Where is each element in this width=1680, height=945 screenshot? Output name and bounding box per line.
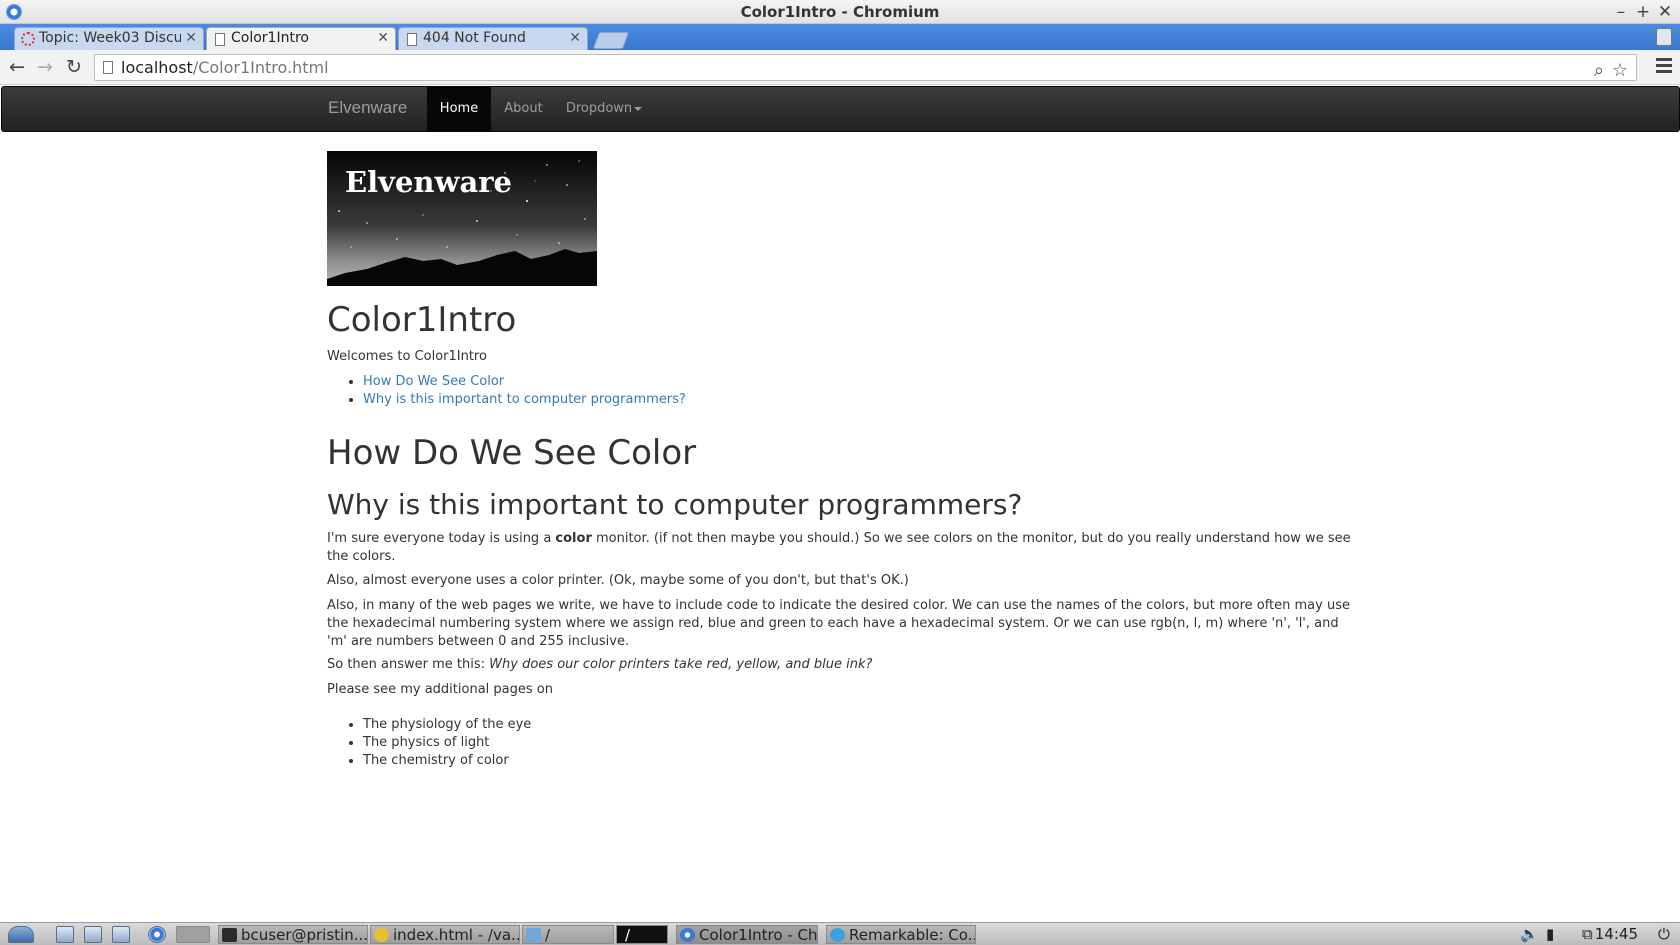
site-navbar: Elvenware Home About Dropdown bbox=[1, 86, 1680, 132]
nav-home[interactable]: Home bbox=[427, 87, 491, 131]
list-item: The physics of light bbox=[363, 734, 531, 752]
tab-color1intro[interactable]: Color1Intro ✕ bbox=[206, 27, 396, 51]
taskbar-chromium[interactable]: Color1Intro - Ch... bbox=[676, 925, 818, 944]
remarkable-icon bbox=[830, 928, 845, 942]
desktop-icon[interactable] bbox=[84, 926, 102, 943]
address-bar[interactable]: localhost/Color1Intro.html ⌕ ☆ bbox=[94, 54, 1637, 81]
power-icon[interactable]: ⏻ bbox=[1658, 925, 1678, 944]
chromium-launcher-icon[interactable] bbox=[148, 926, 166, 943]
taskbar-terminal[interactable]: bcuser@pristin... bbox=[218, 925, 368, 944]
taskbar-root[interactable]: / bbox=[616, 925, 668, 944]
tab-strip: Topic: Week03 Discu ✕ Color1Intro ✕ 404 … bbox=[0, 24, 1680, 51]
chromium-icon bbox=[680, 928, 695, 942]
start-menu-icon[interactable] bbox=[8, 926, 34, 943]
tab-label: Color1Intro bbox=[231, 30, 309, 46]
taskbar-folder[interactable]: / bbox=[522, 925, 614, 944]
toc-link-how-do-we-see-color[interactable]: How Do We See Color bbox=[363, 374, 504, 389]
editor-icon bbox=[374, 928, 389, 942]
tab-label: 404 Not Found bbox=[423, 30, 526, 46]
file-manager-icon[interactable] bbox=[56, 926, 74, 943]
document-icon bbox=[215, 33, 225, 46]
paragraph-hexadecimal: Also, in many of the web pages we write,… bbox=[327, 598, 1350, 649]
paragraph-monitor: I'm sure everyone today is using a color… bbox=[327, 531, 1351, 564]
list-item: The chemistry of color bbox=[363, 752, 531, 770]
welcome-text: Welcomes to Color1Intro bbox=[327, 349, 487, 364]
forward-arrow-icon[interactable]: → bbox=[34, 56, 56, 78]
maximize-button[interactable]: + bbox=[1632, 1, 1654, 23]
banner-title: Elvenware bbox=[345, 165, 512, 199]
taskbar: bcuser@pristin... index.html - /va... / … bbox=[0, 922, 1680, 945]
volume-icon[interactable]: 🔈 bbox=[1520, 925, 1540, 944]
list-item: The physiology of the eye bbox=[363, 716, 531, 734]
list-item: How Do We See Color bbox=[363, 373, 686, 391]
heading-how-do-we-see-color: How Do We See Color bbox=[327, 433, 697, 473]
taskbar-remarkable[interactable]: Remarkable: Co... bbox=[826, 925, 976, 944]
menu-icon[interactable] bbox=[1656, 58, 1672, 73]
close-tab-icon[interactable]: ✕ bbox=[569, 30, 581, 46]
close-tab-icon[interactable]: ✕ bbox=[181, 30, 197, 46]
paragraph-additional-pages: Please see my additional pages on bbox=[327, 682, 553, 697]
page-title: Color1Intro bbox=[327, 300, 517, 340]
nav-dropdown[interactable]: Dropdown bbox=[562, 87, 646, 131]
navbar-brand[interactable]: Elvenware bbox=[328, 98, 407, 118]
heading-why-important: Why is this important to computer progra… bbox=[327, 488, 1023, 521]
document-icon bbox=[407, 33, 417, 46]
page-viewport: Elvenware Home About Dropdown Elvenware bbox=[0, 86, 1680, 922]
taskbar-editor[interactable]: index.html - /va... bbox=[370, 925, 520, 944]
tab-404-not-found[interactable]: 404 Not Found ✕ bbox=[398, 27, 588, 50]
nav-about[interactable]: About bbox=[496, 87, 551, 131]
bookmark-star-icon[interactable]: ☆ bbox=[1612, 60, 1628, 81]
clock: 14:45 bbox=[1594, 925, 1638, 943]
tab-week03-discussion[interactable]: Topic: Week03 Discu ✕ bbox=[14, 27, 204, 50]
window-title: Color1Intro - Chromium bbox=[740, 3, 940, 21]
search-icon[interactable]: ⌕ bbox=[1594, 60, 1604, 81]
close-tab-icon[interactable]: ✕ bbox=[377, 30, 389, 46]
table-of-contents: How Do We See Color Why is this importan… bbox=[363, 373, 686, 409]
profile-icon[interactable] bbox=[1656, 28, 1672, 46]
minimize-button[interactable]: – bbox=[1610, 1, 1632, 23]
browser-toolbar: ← → ↻ localhost/Color1Intro.html ⌕ ☆ bbox=[0, 50, 1680, 85]
terminal-icon bbox=[222, 928, 237, 942]
close-window-button[interactable]: ✕ bbox=[1654, 1, 1676, 23]
window-titlebar: Color1Intro - Chromium – + ✕ bbox=[0, 0, 1680, 24]
loading-spinner-icon bbox=[21, 32, 35, 46]
new-tab-button[interactable] bbox=[592, 32, 630, 49]
battery-icon[interactable]: ▮ bbox=[1546, 925, 1566, 944]
reload-icon[interactable]: ↻ bbox=[63, 56, 85, 78]
paragraph-printer: Also, almost everyone uses a color print… bbox=[327, 573, 909, 588]
blank-launcher-icon[interactable] bbox=[176, 926, 210, 943]
list-item: Why is this important to computer progra… bbox=[363, 391, 686, 409]
page-icon bbox=[103, 61, 113, 74]
elvenware-banner: Elvenware bbox=[327, 151, 597, 286]
window-icon[interactable] bbox=[112, 926, 130, 943]
toc-link-why-important[interactable]: Why is this important to computer progra… bbox=[363, 392, 686, 407]
tab-label: Topic: Week03 Discu bbox=[39, 30, 183, 46]
url-text[interactable]: localhost/Color1Intro.html bbox=[121, 58, 329, 77]
paragraph-question: So then answer me this: Why does our col… bbox=[327, 657, 873, 672]
back-arrow-icon[interactable]: ← bbox=[6, 56, 28, 78]
additional-pages-list: The physiology of the eye The physics of… bbox=[363, 716, 531, 770]
folder-icon bbox=[526, 928, 541, 942]
caret-down-icon bbox=[634, 106, 643, 111]
